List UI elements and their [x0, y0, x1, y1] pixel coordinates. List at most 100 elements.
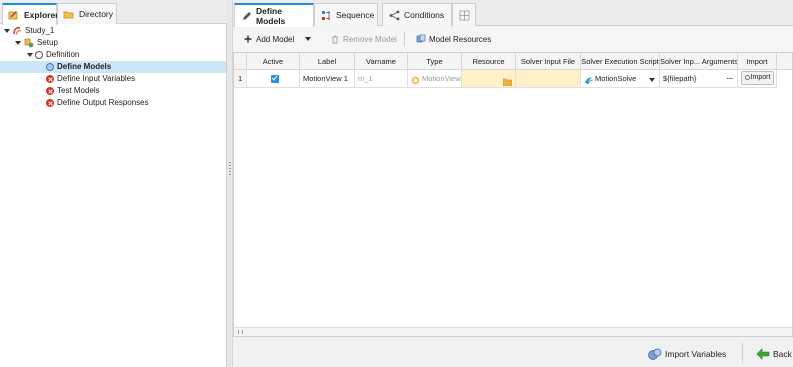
tree-item-define-output-responses[interactable]: Define Output Responses [0, 97, 226, 109]
tree-item-test-models[interactable]: Test Models [0, 85, 226, 97]
col-header-type[interactable]: Type [408, 53, 462, 70]
folder-icon[interactable] [502, 75, 513, 87]
bottom-action-bar: Import Variables Back [233, 338, 793, 367]
col-header-label[interactable]: Label [300, 53, 355, 70]
horizontal-scrollbar[interactable] [234, 327, 792, 336]
motionsolve-icon [584, 74, 593, 85]
tab-directory[interactable]: Directory [57, 3, 117, 24]
bottom-divider [742, 343, 743, 363]
table-header: Active Label Varname Type Resource Solve… [234, 53, 793, 70]
col-header-active[interactable]: Active [247, 53, 300, 70]
tab-define-models-label: Define Models [256, 6, 286, 26]
import-variables-label: Import Variables [665, 349, 727, 359]
status-pending-icon [35, 51, 43, 59]
varname-cell[interactable]: m_1 [355, 70, 408, 88]
explorer-panel: Explorer Directory Study_1 Setup Definit… [0, 0, 227, 367]
setup-icon [24, 38, 34, 48]
grid-icon [459, 10, 470, 21]
arguments-value: ${filepath} [663, 74, 697, 83]
tab-conditions-label: Conditions [404, 10, 445, 20]
model-resources-label: Model Resources [429, 34, 492, 44]
scrollbar-grip-icon[interactable] [238, 330, 243, 334]
solver-script-cell[interactable]: MotionSolve [581, 70, 660, 88]
tree-item-define-models[interactable]: Define Models [0, 61, 226, 73]
col-header-varname[interactable]: Varname [355, 53, 408, 70]
error-icon [46, 99, 54, 107]
add-model-label: Add Model [256, 34, 295, 44]
tree-node-setup[interactable]: Setup [0, 37, 226, 49]
error-icon [46, 87, 54, 95]
tab-directory-label: Directory [79, 9, 114, 19]
type-cell[interactable]: MotionView [408, 70, 462, 88]
study-icon [12, 26, 22, 36]
chevron-down-icon[interactable] [15, 41, 21, 45]
remove-model-label: Remove Model [343, 34, 397, 44]
back-label: Back [773, 349, 792, 359]
col-header-rownum [234, 53, 247, 70]
arguments-more-button[interactable]: ... [727, 70, 733, 86]
motionview-icon [411, 74, 420, 85]
models-table: Active Label Varname Type Resource Solve… [233, 52, 793, 337]
chevron-down-icon[interactable] [649, 78, 655, 82]
model-resources-button[interactable]: Model Resources [416, 33, 491, 45]
label-cell[interactable]: MotionView 1 [300, 70, 355, 88]
tree-label-test-models: Test Models [57, 86, 100, 95]
main-tab-bar: Define Models Sequence Conditions [233, 0, 793, 27]
folder-icon [63, 9, 74, 20]
explorer-icon [8, 10, 19, 21]
study-tree: Study_1 Setup Definition Define Models D… [0, 25, 226, 109]
chevron-down-icon [305, 37, 311, 41]
col-header-solver-arguments[interactable]: Solver Inp... Arguments [660, 53, 738, 70]
left-tab-bar: Explorer Directory [0, 0, 227, 25]
tree-label-study: Study_1 [25, 26, 55, 35]
tree-label-define-input-variables: Define Input Variables [57, 74, 136, 83]
tree-label-define-output-responses: Define Output Responses [57, 98, 149, 107]
tree-node-definition[interactable]: Definition [0, 49, 226, 61]
trash-icon [330, 34, 340, 44]
back-arrow-icon [756, 348, 770, 360]
col-header-resource[interactable]: Resource [462, 53, 516, 70]
row-number: 1 [234, 70, 247, 88]
resource-cell[interactable] [462, 70, 516, 88]
error-icon [46, 75, 54, 83]
status-current-icon [46, 63, 54, 71]
import-button[interactable]: Import [741, 71, 774, 85]
add-model-dropdown[interactable] [305, 33, 311, 45]
conditions-icon [389, 10, 400, 21]
active-checkbox[interactable] [271, 75, 279, 84]
import-variables-button[interactable]: Import Variables [648, 347, 726, 361]
import-label: Import [750, 74, 771, 81]
chevron-down-icon[interactable] [27, 53, 33, 57]
col-header-solver-input-file[interactable]: Solver Input File [516, 53, 581, 70]
tree-label-definition: Definition [46, 50, 80, 59]
active-cell [247, 70, 300, 88]
tree-item-define-input-variables[interactable]: Define Input Variables [0, 73, 226, 85]
col-header-solver-execution-script[interactable]: Solver Execution Script [581, 53, 660, 70]
sequence-icon [321, 10, 332, 21]
import-icon [744, 74, 750, 80]
tab-explorer[interactable]: Explorer [2, 3, 59, 25]
solver-input-file-cell[interactable] [516, 70, 581, 88]
tab-sequence[interactable]: Sequence [314, 3, 378, 26]
chevron-down-icon[interactable] [4, 29, 10, 33]
plus-icon [243, 34, 253, 44]
pencil-icon [241, 11, 252, 22]
main-panel: Define Models Sequence Conditions Add Mo… [233, 0, 793, 367]
tab-conditions[interactable]: Conditions [382, 3, 452, 26]
solver-script-label: MotionSolve [595, 74, 637, 83]
tree-label-setup: Setup [37, 38, 58, 47]
tab-define-models[interactable]: Define Models [234, 3, 314, 27]
arguments-cell[interactable]: ${filepath} ... [660, 70, 738, 88]
tab-sequence-label: Sequence [336, 10, 375, 20]
remove-model-button[interactable]: Remove Model [330, 33, 397, 45]
add-model-button[interactable]: Add Model [243, 33, 294, 45]
col-header-import[interactable]: Import [738, 53, 777, 70]
type-label: MotionView [422, 74, 461, 83]
tab-grid[interactable] [452, 3, 476, 26]
back-button[interactable]: Back [756, 347, 792, 361]
tree-label-define-models: Define Models [57, 62, 112, 71]
tab-explorer-label: Explorer [24, 10, 59, 20]
splitter-grip-icon[interactable] [229, 162, 231, 176]
model-resources-icon [416, 34, 426, 44]
tree-node-study[interactable]: Study_1 [0, 25, 226, 37]
